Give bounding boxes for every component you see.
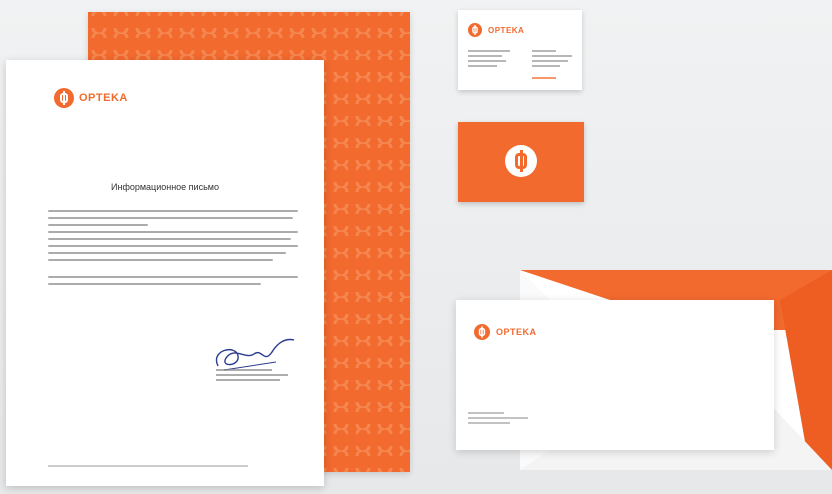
business-card-back [458,122,584,202]
card-brand-name: OPTEKA [488,25,525,35]
business-card-front: OPTEKA [458,10,582,90]
envelope-address [468,412,528,427]
brand-mark-icon [474,324,490,340]
stationery-scene: OPTEKA Информационное письмо OPTEKA OPTE… [0,0,832,494]
letter-body [48,210,298,290]
signature-caption [216,369,296,384]
letter-footer [48,465,248,467]
letter-logo: OPTEKA [54,88,128,108]
letterhead: OPTEKA Информационное письмо [6,60,324,486]
brand-mark-icon [505,145,537,177]
card-contact-block [532,50,572,82]
envelope-front: OPTEKA [456,300,774,450]
brand-name: OPTEKA [79,92,128,104]
card-logo: OPTEKA [468,20,524,40]
envelope-logo: OPTEKA [474,322,537,342]
envelope-brand-name: OPTEKA [496,327,537,337]
brand-mark-icon [468,23,482,37]
brand-mark-icon [54,88,74,108]
letter-title: Информационное письмо [111,182,219,192]
card-name-block [468,50,510,70]
